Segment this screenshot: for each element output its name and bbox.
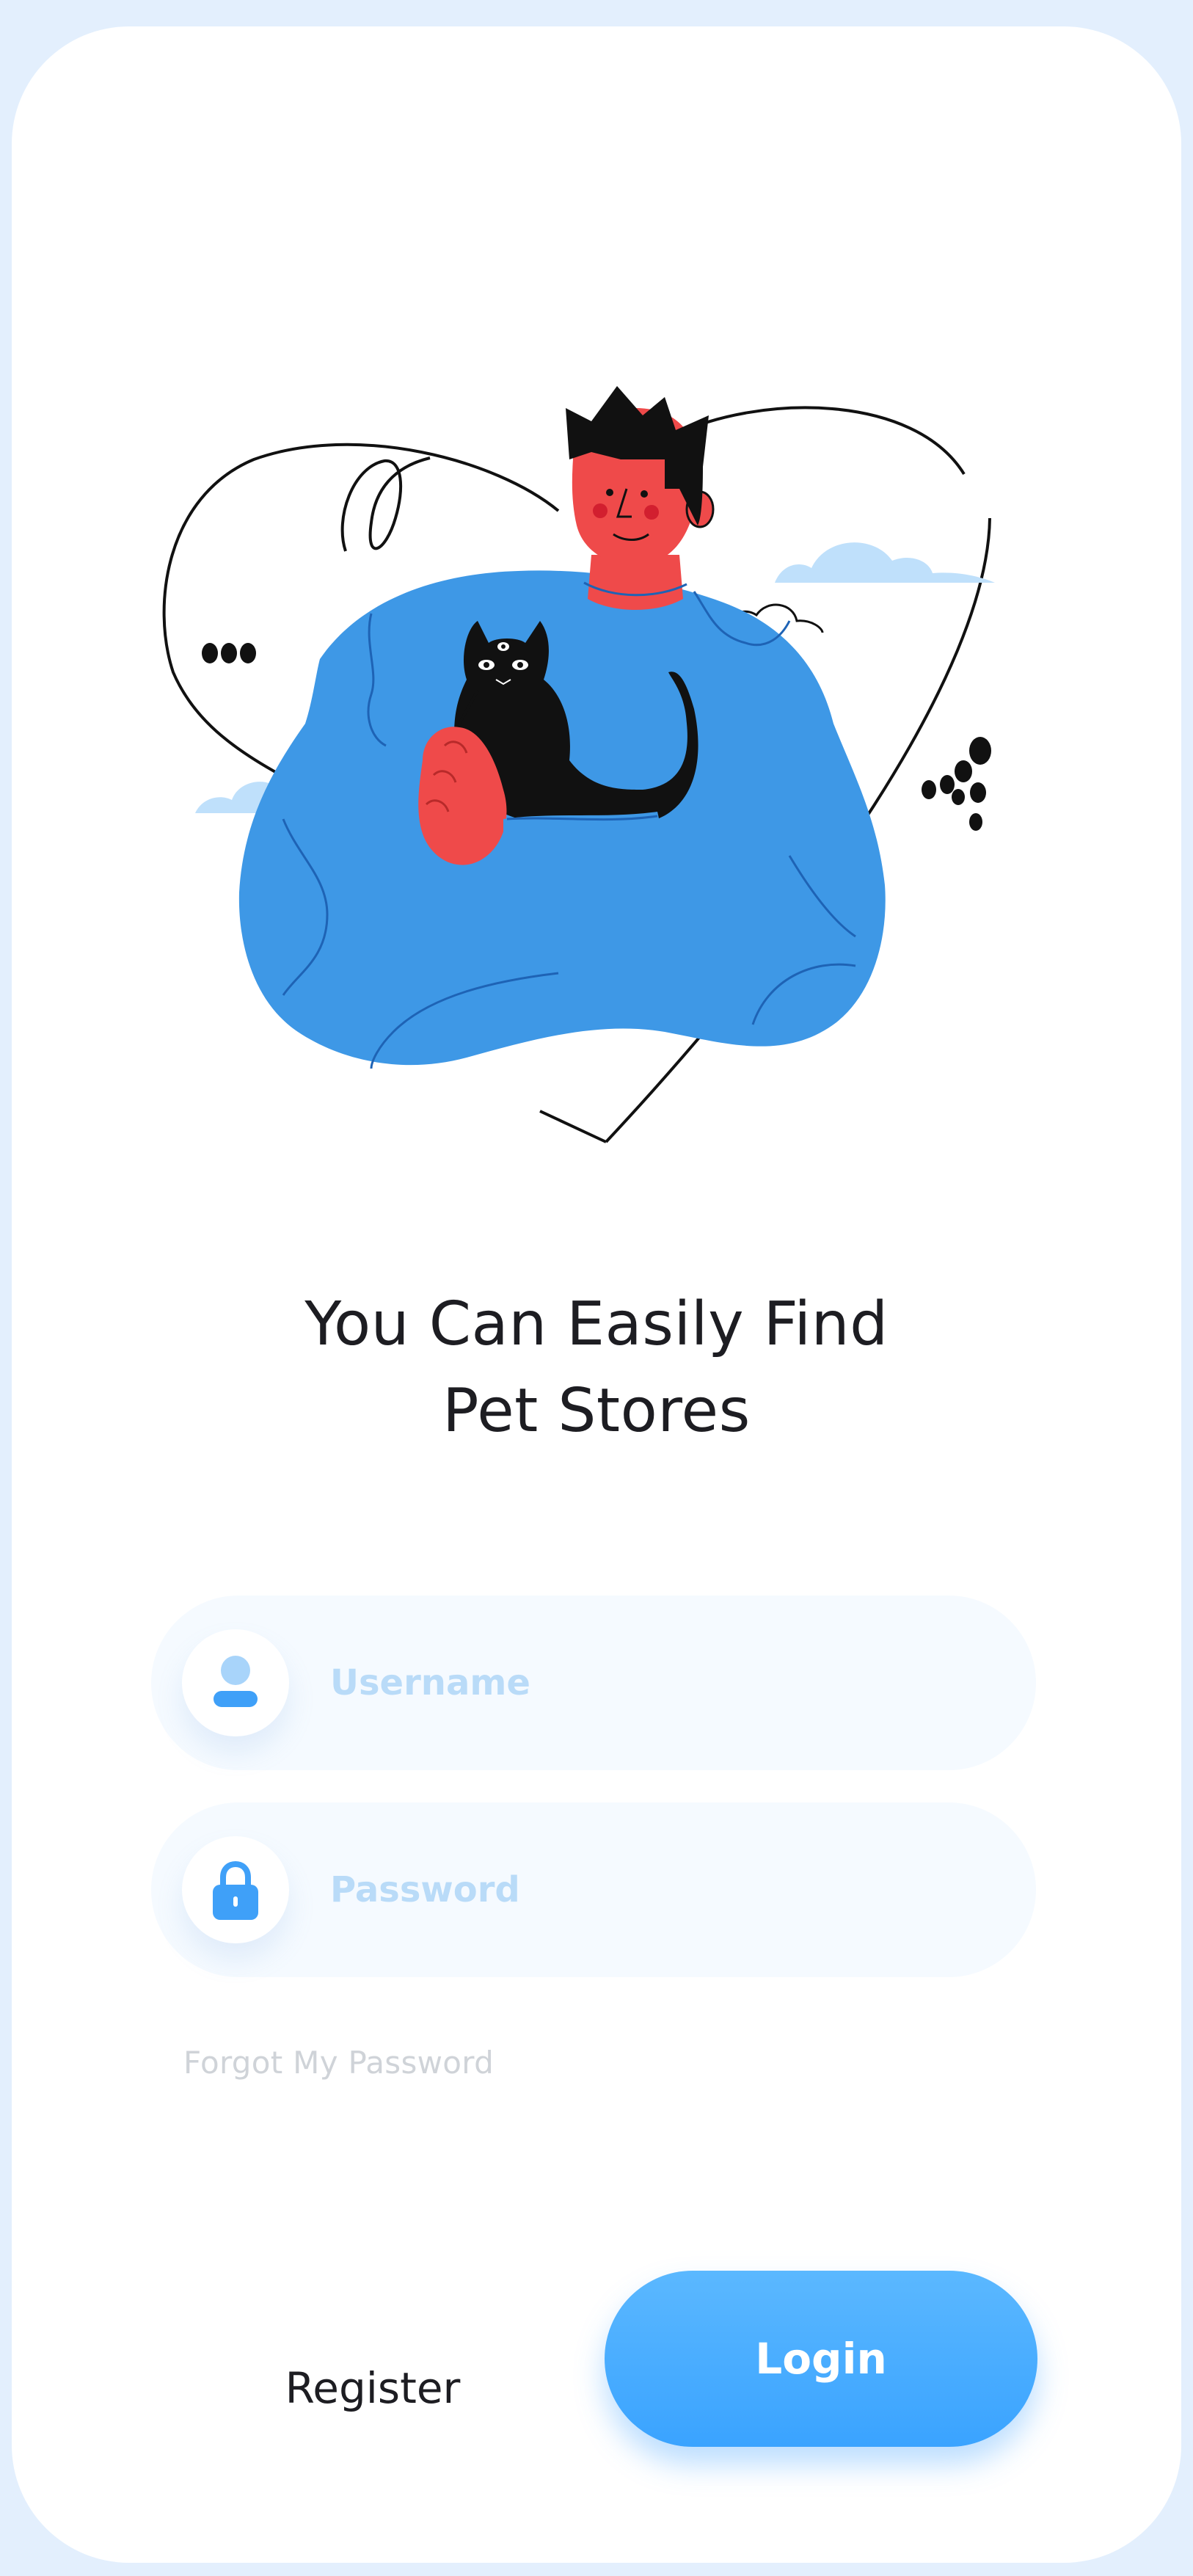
password-input[interactable] [330,1847,990,1933]
forgot-password-link[interactable]: Forgot My Password [183,2045,494,2081]
login-card: You Can Easily Find Pet Stores Forgot My… [12,26,1181,2563]
dots-right [922,737,991,831]
register-button[interactable]: Register [241,2359,505,2417]
password-field[interactable] [151,1802,1036,1977]
user-icon [214,1656,258,1707]
username-field[interactable] [151,1596,1036,1770]
username-input[interactable] [330,1640,990,1726]
title-line-2: Pet Stores [442,1376,751,1446]
lock-icon [213,1860,258,1920]
head [566,386,715,566]
scribble-doodle [340,456,431,552]
login-button[interactable]: Login [605,2271,1037,2447]
dots-left [202,643,256,663]
cloud-right [775,542,995,583]
hero-illustration [162,386,995,1143]
username-icon-badge [182,1629,289,1736]
title-line-1: You Can Easily Find [304,1289,889,1359]
page-title: You Can Easily Find Pet Stores [12,1281,1181,1455]
password-icon-badge [182,1836,289,1943]
